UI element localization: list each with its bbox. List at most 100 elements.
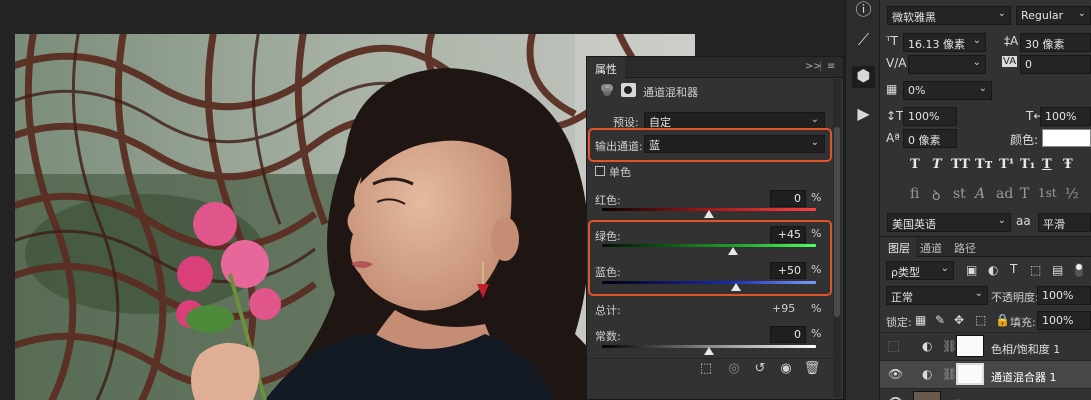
properties-tab[interactable]: 属性 (587, 57, 625, 78)
layers-panel: 图层 通道 路径 ρ类型 ⌄ ▣ ◐ T ⬚ ▤ 正常 ⌄ 不透明度: 100%… (880, 236, 1091, 400)
lock-artboard-icon[interactable]: ⬚ (975, 313, 986, 327)
properties-scrollbar[interactable] (833, 79, 841, 397)
green-slider-knob[interactable] (728, 247, 739, 255)
layer-row-selected[interactable]: 👁 ◐ ⛓ 通道混合器 1 (880, 360, 1091, 388)
tab-layers[interactable]: 图层 (880, 237, 916, 257)
antialias-dropdown[interactable]: 平滑 (1038, 213, 1091, 232)
titling-alternates-button[interactable]: T (1020, 186, 1029, 202)
link-chain-icon[interactable]: ⛓ (942, 367, 957, 381)
scrollbar-thumb[interactable] (834, 127, 840, 317)
filter-type-icon[interactable]: T (1010, 262, 1017, 276)
faux-italic-button[interactable]: T (932, 157, 942, 172)
lock-label: 锁定: (886, 316, 912, 329)
ordinals-button[interactable]: 1st (1038, 186, 1057, 200)
green-slider-track[interactable] (602, 244, 816, 247)
tab-channels[interactable]: 通道 (920, 237, 942, 257)
tracking-field[interactable]: 0 (1020, 55, 1091, 74)
3d-cube-icon[interactable]: ⬢ (852, 66, 875, 88)
red-input[interactable]: 0 (770, 190, 806, 207)
blue-input[interactable]: +50 (770, 262, 806, 279)
baseline-shift-value: 0 像素 (908, 134, 941, 147)
filter-smart-object-icon[interactable]: ▤ (1052, 263, 1063, 277)
green-input[interactable]: +45 (770, 226, 806, 243)
mask-icon[interactable] (621, 83, 636, 97)
lock-position-icon[interactable]: ✥ (954, 313, 964, 327)
leading-field[interactable]: 30 像素 (1020, 33, 1091, 52)
monochrome-checkbox[interactable] (595, 166, 605, 176)
filter-toggle[interactable] (1075, 263, 1083, 277)
discretionary-ligatures-button[interactable]: st (953, 186, 966, 202)
filter-shape-icon[interactable]: ⬚ (1030, 263, 1041, 277)
leading-value: 30 像素 (1025, 38, 1065, 51)
layer-mask-thumbnail[interactable] (956, 363, 984, 385)
proportional-spacing-field[interactable]: 0% ⌄ (903, 81, 992, 100)
fill-field[interactable]: 100% (1037, 311, 1091, 330)
superscript-button[interactable]: T¹ (999, 157, 1014, 172)
info-icon[interactable]: ⓘ (852, 0, 875, 19)
red-percent: % (811, 191, 822, 204)
horizontal-scale-value: 100% (1045, 110, 1077, 123)
old-style-button[interactable]: ꝺ (932, 186, 940, 205)
faux-bold-button[interactable]: T (910, 157, 920, 172)
font-size-icon: ᵀT (886, 34, 898, 48)
trash-icon[interactable]: 🗑 (801, 361, 823, 379)
filter-pixel-icon[interactable]: ▣ (966, 263, 977, 277)
output-channel-dropdown[interactable]: 蓝 ⌄ (644, 135, 825, 153)
language-dropdown[interactable]: 美国英语 ⌄ (887, 213, 1011, 232)
reset-icon[interactable]: ↺ (749, 361, 771, 379)
eye-icon[interactable]: 👁 (888, 395, 903, 400)
lock-transparent-icon[interactable]: ▦ (915, 313, 926, 327)
layer-row[interactable]: ◐ ⛓ 色相/饱和度 1 (880, 332, 1091, 360)
tracking-icon: VA (1002, 56, 1018, 67)
blue-slider-track[interactable] (602, 281, 816, 284)
eye-icon[interactable]: 👁 (888, 367, 903, 381)
font-family-dropdown[interactable]: 微软雅黑 ⌄ (887, 6, 1011, 25)
proportional-spacing-value: 0% (908, 84, 926, 97)
chevron-down-icon: ⌄ (940, 263, 949, 274)
tab-paths[interactable]: 路径 (954, 237, 976, 257)
blue-label: 蓝色: (595, 266, 621, 279)
constant-input[interactable]: 0 (770, 326, 806, 343)
fractions-button[interactable]: ½ (1065, 186, 1079, 202)
layer-row[interactable]: 👁 背景 (880, 388, 1091, 400)
background-thumbnail[interactable] (913, 391, 941, 400)
small-caps-button[interactable]: Tт (975, 157, 993, 172)
lock-paint-icon[interactable]: ✎ (935, 313, 945, 327)
link-chain-icon[interactable]: ⛓ (942, 339, 957, 353)
filter-adjustment-icon[interactable]: ◐ (988, 263, 998, 277)
font-style-dropdown[interactable]: Regular ⌄ (1016, 6, 1091, 25)
adjustment-layer-icon: ◐ (922, 339, 933, 353)
layer-name[interactable]: 色相/饱和度 1 (991, 341, 1060, 357)
swash-button[interactable]: A (975, 186, 985, 202)
font-size-field[interactable]: 16.13 像素 ⌄ (903, 33, 986, 52)
layer-mask-thumbnail[interactable] (956, 335, 984, 357)
strikethrough-button[interactable]: Ŧ (1063, 157, 1073, 172)
clip-to-layer-icon[interactable]: ⬚ (695, 361, 717, 379)
lock-all-icon[interactable]: 🔒 (995, 313, 1010, 327)
kerning-field[interactable]: ⌄ (908, 55, 986, 74)
horizontal-scale-field[interactable]: 100% (1040, 107, 1091, 126)
constant-slider-knob[interactable] (704, 347, 714, 355)
subscript-button[interactable]: T₁ (1020, 157, 1035, 172)
text-color-swatch[interactable] (1042, 129, 1091, 147)
underline-button[interactable]: T (1042, 157, 1052, 172)
antialias-icon: aa (1016, 214, 1031, 228)
blue-slider-knob[interactable] (730, 283, 741, 291)
visibility-icon[interactable]: ◉ (775, 361, 797, 379)
brush-settings-icon[interactable]: ⟋ (852, 30, 875, 52)
layer-filter-dropdown[interactable]: ρ类型 ⌄ (886, 261, 954, 280)
chevron-down-icon: ⌄ (997, 8, 1006, 19)
ligatures-button[interactable]: fi (910, 186, 919, 202)
opacity-field[interactable]: 100% (1037, 286, 1091, 305)
layer-name[interactable]: 通道混合器 1 (991, 369, 1057, 385)
baseline-shift-field[interactable]: 0 像素 (903, 129, 957, 148)
vertical-scale-field[interactable]: 100% (903, 107, 957, 126)
view-previous-icon[interactable]: ◎ (723, 361, 745, 379)
play-actions-icon[interactable]: ▶ (852, 104, 875, 126)
panel-menu-icon[interactable]: ≡ (827, 61, 835, 72)
stylistic-alternates-button[interactable]: ad (996, 186, 1013, 202)
red-slider-knob[interactable] (704, 210, 714, 218)
visibility-toggle-off[interactable] (888, 341, 899, 352)
all-caps-button[interactable]: TT (951, 157, 970, 172)
blend-mode-dropdown[interactable]: 正常 ⌄ (886, 286, 988, 305)
